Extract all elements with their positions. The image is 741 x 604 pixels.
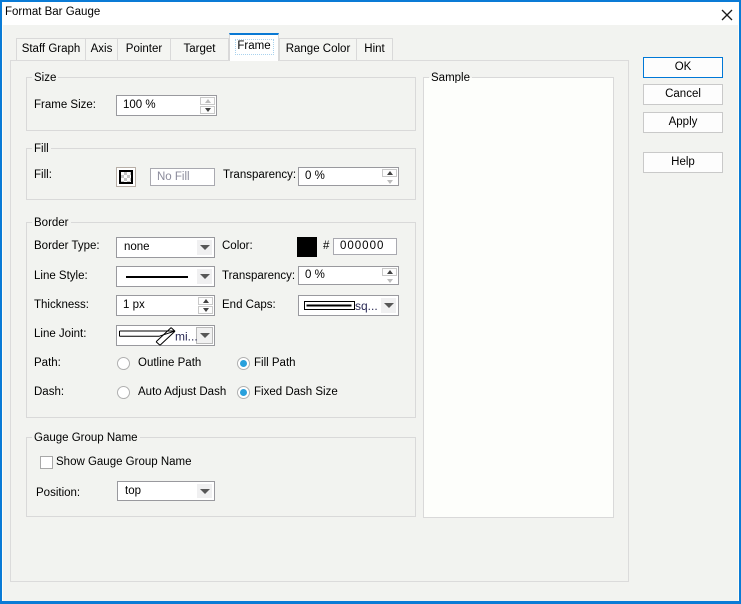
svg-text:sq...: sq...: [355, 299, 378, 313]
svg-text:mi...: mi...: [175, 330, 198, 344]
